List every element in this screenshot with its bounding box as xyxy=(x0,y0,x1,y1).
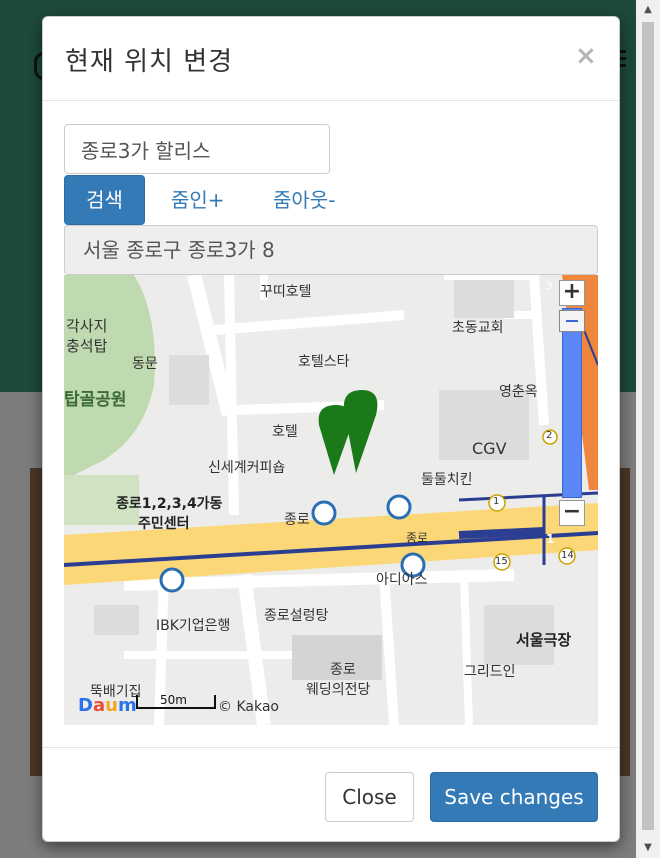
zoom-out-button[interactable]: 줌아웃- xyxy=(273,175,335,225)
modal-footer: Close Save changes xyxy=(43,747,619,842)
subway-line-badge: 3 xyxy=(546,281,553,292)
search-button[interactable]: 검색 xyxy=(64,175,145,225)
map-zoom-track[interactable] xyxy=(562,308,582,498)
map-label: 서울극장 xyxy=(516,631,572,649)
map-label: IBK기업은행 xyxy=(156,618,231,634)
map-label: 탑골공원 xyxy=(64,390,127,410)
scroll-up-icon[interactable]: ▲ xyxy=(636,0,660,20)
close-button[interactable]: Close xyxy=(325,772,414,822)
map-label: 웨딩의전당 xyxy=(306,682,371,698)
modal-header: 현재 위치 변경 × xyxy=(43,17,619,101)
subway-line-badge: 14 xyxy=(561,550,574,561)
subway-line-badge: 2 xyxy=(546,430,553,441)
subway-line-badge: 1 xyxy=(493,496,500,507)
map-view[interactable]: 꾸띠호텔 각사지 충석탑 동문 탑골공원 호텔스타 초동교회 영춘옥 CGV 호… xyxy=(64,275,598,725)
map-label: 둘둘치킨 xyxy=(421,472,473,488)
map-zoom-in-icon[interactable]: + xyxy=(559,280,585,306)
map-label: CGV xyxy=(472,439,507,458)
save-changes-button[interactable]: Save changes xyxy=(430,772,598,822)
map-label: 꾸띠호텔 xyxy=(260,284,312,300)
address-display: 서울 종로구 종로3가 8 xyxy=(64,225,598,275)
map-zoom-control: + − xyxy=(559,280,585,526)
map-label: 주민센터 xyxy=(138,516,190,532)
daum-logo: Daum xyxy=(78,695,137,716)
map-label: 아디아스 xyxy=(376,572,428,588)
scroll-thumb[interactable] xyxy=(642,22,654,830)
map-scale-label: 50m xyxy=(160,693,187,707)
map-label: 호텔 xyxy=(272,424,298,440)
map-label: 동문 xyxy=(132,356,158,372)
subway-line-badge: 15 xyxy=(495,556,508,567)
scroll-down-icon[interactable]: ▼ xyxy=(636,838,660,858)
map-label: 호텔스타 xyxy=(298,354,350,370)
page-scrollbar[interactable]: ▲ ▼ xyxy=(636,0,660,858)
map-zoom-slider-handle[interactable] xyxy=(559,310,585,332)
map-zoom-out-icon[interactable]: − xyxy=(559,500,585,526)
map-copyright: © Kakao xyxy=(218,699,279,715)
modal-title: 현재 위치 변경 xyxy=(65,47,234,77)
map-label: 종로1,2,3,4가동 xyxy=(116,496,223,512)
map-label: 그리드인 xyxy=(464,664,516,680)
change-location-modal: 현재 위치 변경 × 검색 줌인+ 줌아웃- 서울 종로구 종로3가 8 xyxy=(42,16,620,842)
map-label: 초동교회 xyxy=(452,320,504,336)
map-label: 종로설렁탕 xyxy=(264,608,329,624)
search-input[interactable] xyxy=(64,124,330,174)
subway-line-badge: 1 xyxy=(546,532,555,546)
map-label: 충석탑 xyxy=(66,337,108,355)
map-label: 각사지 xyxy=(66,317,108,335)
map-label: 종로 xyxy=(284,512,310,528)
map-label: 종로 xyxy=(330,662,356,678)
map-label: 영춘옥 xyxy=(499,384,538,400)
map-label: 신세계커피숍 xyxy=(208,460,286,476)
zoom-in-button[interactable]: 줌인+ xyxy=(171,175,225,225)
close-icon[interactable]: × xyxy=(575,41,597,71)
map-label: 종로 xyxy=(406,531,429,545)
